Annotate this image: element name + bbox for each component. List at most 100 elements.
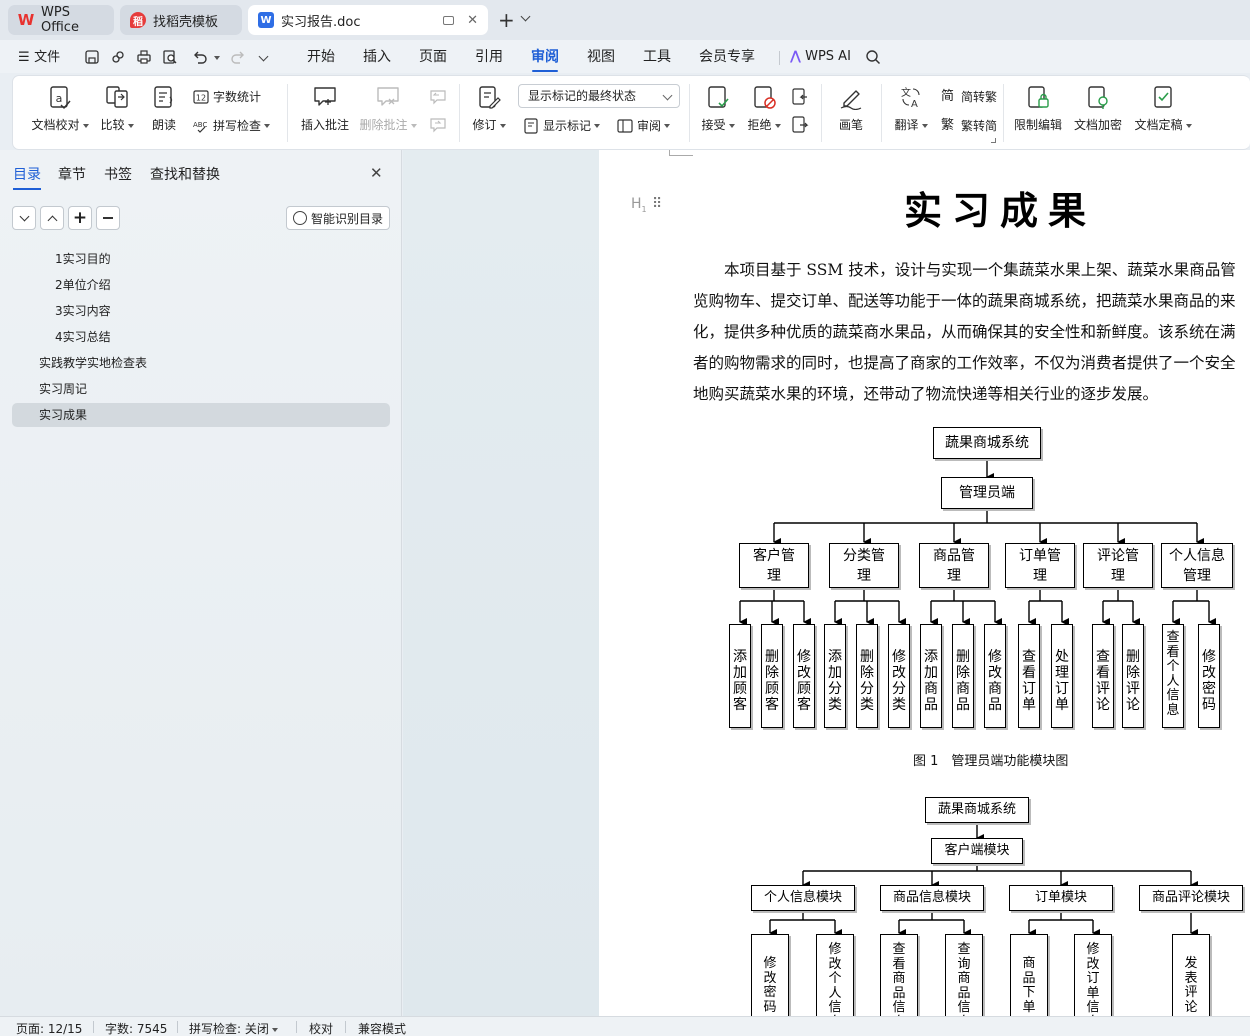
word-count-label: 字数统计: [213, 90, 262, 104]
docer-logo-icon: 稻: [130, 12, 146, 28]
close-panel-icon[interactable]: ✕: [370, 164, 383, 182]
tab-find-replace[interactable]: 查找和替换: [150, 164, 220, 184]
toc-item[interactable]: 实践教学实地检查表: [12, 351, 390, 375]
review-pane-icon: [617, 118, 633, 133]
chevron-down-icon[interactable]: [520, 11, 531, 22]
track-changes-button[interactable]: 修订: [469, 76, 509, 133]
diagram-node-module: 订单模块: [1009, 885, 1113, 911]
word-count-button[interactable]: 12 字数统计: [193, 88, 261, 105]
toc-item[interactable]: 1实习目的: [12, 247, 390, 271]
tab-wps-office[interactable]: W WPS Office: [8, 5, 114, 35]
read-aloud-button[interactable]: 朗读: [147, 76, 181, 133]
show-markup-label: 显示标记: [543, 119, 592, 133]
word-count-indicator[interactable]: 字数: 7545: [105, 1020, 167, 1036]
diagram-node-root: 蔬果商城系统: [925, 797, 1029, 823]
more-chevron-icon[interactable]: [258, 51, 269, 62]
reject-label: 拒绝: [747, 118, 772, 132]
svg-text:ABC: ABC: [193, 121, 207, 129]
pen-icon: [840, 90, 862, 110]
tab-sections[interactable]: 章节: [58, 164, 86, 184]
next-change-icon[interactable]: [791, 116, 809, 134]
accept-button[interactable]: 接受: [699, 76, 737, 133]
monitor-icon[interactable]: [443, 15, 454, 25]
menu-item-insert[interactable]: 插入: [363, 47, 391, 67]
to-traditional-button[interactable]: 简 简转繁: [941, 88, 997, 105]
new-tab-icon[interactable]: +: [498, 8, 515, 32]
compare-button[interactable]: 比较: [99, 76, 135, 133]
collapse-all-button[interactable]: [40, 206, 64, 230]
show-markup-button[interactable]: 显示标记: [523, 117, 601, 134]
tab-bookmarks[interactable]: 书签: [104, 164, 132, 184]
toc-item-selected[interactable]: 实习成果: [12, 403, 390, 427]
spell-check-button[interactable]: ABC 拼写检查: [193, 117, 271, 134]
diagram-leaf: 发表评论: [1172, 934, 1210, 1016]
menu-item-start[interactable]: 开始: [307, 47, 335, 67]
proofread-button[interactable]: a 文档校对: [29, 76, 91, 133]
menu-item-page[interactable]: 页面: [419, 47, 447, 67]
toc-item-label: 4实习总结: [55, 330, 111, 344]
add-heading-button[interactable]: +: [68, 206, 92, 230]
wps-ai-button[interactable]: ⋀ WPS AI: [790, 47, 851, 67]
word-count-icon: 12: [193, 89, 209, 104]
menu-item-review[interactable]: 审阅: [531, 47, 559, 72]
dialog-launcher-icon[interactable]: [991, 138, 996, 143]
read-aloud-icon: [154, 86, 173, 108]
expand-all-button[interactable]: [12, 206, 36, 230]
document-page[interactable]: H1 ⠿ 实习成果 本项目基于 SSM 技术，设计与实现一个集蔬菜水果上架、蔬菜…: [599, 150, 1250, 1016]
review-pane-label: 审阅: [637, 119, 662, 133]
search-icon[interactable]: [865, 49, 881, 65]
menu-item-member[interactable]: 会员专享: [699, 47, 755, 67]
print-preview-icon[interactable]: [162, 49, 178, 65]
tab-toc[interactable]: 目录: [13, 164, 41, 190]
markup-state-select[interactable]: 显示标记的最终状态: [518, 84, 680, 108]
toc-item[interactable]: 实习周记: [12, 377, 390, 401]
prev-change-icon[interactable]: [791, 88, 809, 106]
spell-check-indicator[interactable]: 拼写检查: 关闭: [189, 1020, 278, 1036]
toc-item-label: 实习周记: [39, 382, 88, 396]
finalize-button[interactable]: 文档定稿: [1133, 76, 1193, 133]
tab-label: WPS Office: [41, 5, 79, 35]
proof-indicator[interactable]: 校对: [309, 1020, 333, 1036]
undo-icon[interactable]: [192, 49, 208, 65]
encrypt-label: 文档加密: [1073, 118, 1122, 132]
remove-heading-button[interactable]: [96, 206, 120, 230]
insert-comment-button[interactable]: 插入批注: [299, 76, 351, 133]
document-gutter: [403, 150, 599, 1016]
insert-comment-label: 插入批注: [300, 118, 349, 132]
menu-item-references[interactable]: 引用: [475, 47, 503, 67]
smart-toc-button[interactable]: 智能识别目录: [286, 206, 390, 230]
compat-mode-indicator: 兼容模式: [358, 1022, 407, 1036]
toc-item-label: 实践教学实地检查表: [39, 356, 148, 370]
close-icon[interactable]: ✕: [467, 13, 478, 28]
menu-item-view[interactable]: 视图: [587, 47, 615, 67]
tab-docer[interactable]: 稻 找稻壳模板: [120, 5, 242, 35]
reject-button[interactable]: 拒绝: [745, 76, 783, 133]
restrict-edit-button[interactable]: 限制编辑: [1013, 76, 1063, 133]
encrypt-button[interactable]: 文档加密: [1073, 76, 1123, 133]
tab-document[interactable]: W 实习报告.doc ✕: [248, 5, 488, 35]
toc-item-label: 实习成果: [39, 408, 88, 422]
proofread-label: 文档校对: [31, 118, 80, 132]
toc-item[interactable]: 2单位介绍: [12, 273, 390, 297]
menu-item-tools[interactable]: 工具: [643, 47, 671, 67]
wps-writer-icon: W: [258, 12, 274, 28]
file-menu[interactable]: ☰ 文件: [18, 47, 60, 67]
diagram-node-module: 商品信息模块: [880, 885, 984, 911]
show-markup-icon: [524, 117, 538, 134]
save-icon[interactable]: [84, 49, 100, 65]
pen-button[interactable]: 画笔: [833, 76, 869, 133]
compare-label: 比较: [100, 118, 125, 132]
translate-button[interactable]: 文A 翻译: [891, 76, 931, 133]
undo-dropdown-icon[interactable]: [214, 56, 220, 60]
diagram-leaf: 修改个人信息: [816, 934, 854, 1016]
toc-item[interactable]: 4实习总结: [12, 325, 390, 349]
share-link-icon[interactable]: [110, 49, 126, 65]
redo-icon[interactable]: [230, 49, 246, 65]
print-icon[interactable]: [136, 49, 152, 65]
page-indicator[interactable]: 页面: 12/15: [16, 1020, 82, 1036]
review-pane-button[interactable]: 审阅: [617, 117, 671, 134]
toc-item[interactable]: 3实习内容: [12, 299, 390, 323]
simplified-icon: 繁: [941, 117, 955, 133]
to-simplified-button[interactable]: 繁 繁转简: [941, 117, 997, 134]
tab-bar: W WPS Office 稻 找稻壳模板 W 实习报告.doc ✕ +: [0, 0, 1250, 40]
